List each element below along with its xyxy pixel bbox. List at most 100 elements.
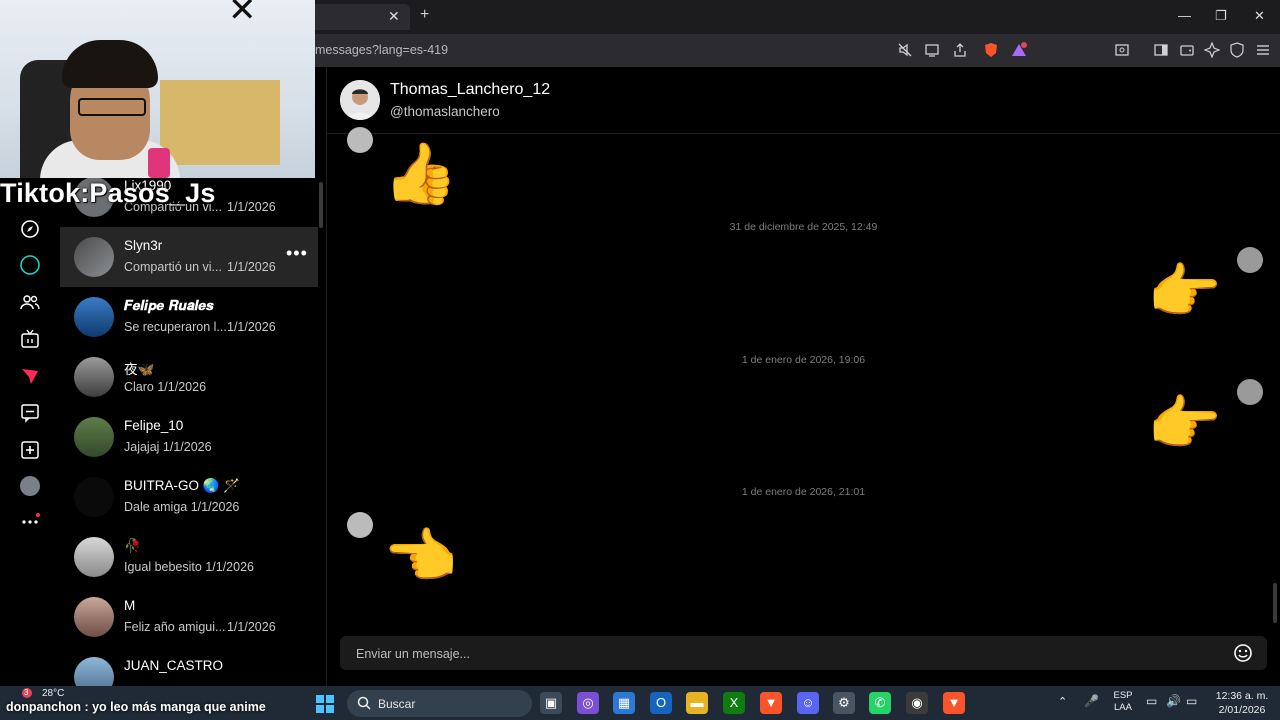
explore-icon[interactable] [20,219,40,239]
conversation-item[interactable]: JUAN_CASTRO [60,647,318,686]
live-tv-icon[interactable] [20,329,40,349]
streamer-glasses [78,98,146,116]
new-tab-button[interactable]: + [420,6,429,24]
taskbar-search[interactable]: Buscar [347,690,532,717]
app-icon[interactable]: ◎ [577,692,599,714]
conversation-preview: Igual bebesito 1/1/2026 [124,560,254,574]
share-icon[interactable] [952,42,968,58]
avatar [74,477,114,517]
clock-date: 2/01/2026 [1218,704,1266,716]
chat-scrollbar[interactable] [1273,583,1277,623]
conversation-item[interactable]: BUITRA-GO 🌏 🪄 Dale amiga 1/1/2026 [60,467,318,527]
store-icon[interactable]: ▦ [613,692,635,714]
stream-chat-overlay: donpanchon : yo leo más manga que anime [6,700,266,714]
clock[interactable]: 12:36 a. m. 2/01/2026 [1212,689,1272,717]
microphone-icon[interactable]: 🎤 [1084,695,1099,707]
emoji-picker-icon[interactable] [1233,643,1253,663]
wall-decor [180,6,220,36]
message-timestamp: 31 de diciembre de 2025, 12:49 [729,221,878,233]
brave-shields-icon[interactable] [983,42,999,58]
windows-taskbar: 3 28°C donpanchon : yo leo más manga que… [0,686,1280,720]
conversation-name: Felipe_10 [124,418,184,433]
thumbs-up-emoji-message: 👍 [383,140,458,207]
minimize-button[interactable]: — [1178,8,1191,23]
more-options-button[interactable]: ••• [286,243,308,264]
whatsapp-icon[interactable]: ✆ [869,692,891,714]
file-explorer-icon[interactable]: ▬ [686,692,708,714]
conversation-name: 🥀 [124,538,141,553]
sender-avatar[interactable] [347,127,373,153]
xbox-icon[interactable]: X [723,692,745,714]
conversation-scrollbar[interactable] [319,182,323,228]
own-avatar[interactable] [1237,247,1263,273]
chat-handle[interactable]: @thomaslanchero [390,104,500,119]
conversation-date: 1/1/2026 [227,620,276,634]
conversation-preview: Compartió un vi... [124,260,222,274]
more-icon[interactable] [20,510,40,530]
settings-icon[interactable]: ⚙ [833,692,855,714]
reader-mode-icon[interactable] [1114,42,1130,58]
conversation-name: Slyn3r [124,238,163,253]
conversation-item[interactable]: M Feliz año amigui... 1/1/2026 [60,587,318,647]
close-window-button[interactable]: ✕ [1254,8,1265,24]
network-icon[interactable]: ▭ [1146,695,1157,707]
vpn-icon[interactable] [1229,42,1245,58]
language-layout: LAA [1114,702,1132,713]
conversation-list: Lix1990 Compartió un vi... 1/1/2026 Slyn… [60,178,326,686]
url-text[interactable]: messages?lang=es-419 [315,43,448,57]
chat-username[interactable]: Thomas_Lanchero_12 [390,81,550,99]
conversation-item[interactable]: 𝑭𝒆𝒍𝒊𝒑𝒆 𝑹𝒖𝒂𝒍𝒆𝒔 Se recuperaron l... 1/1/20… [60,287,318,347]
sidebar-icon[interactable] [1153,42,1169,58]
battery-icon[interactable]: ▭ [1186,695,1197,707]
conversation-item-active[interactable]: Slyn3r Compartió un vi... 1/1/2026 ••• [60,227,318,287]
message-timestamp: 1 de enero de 2026, 21:01 [741,486,866,498]
messages-icon[interactable] [20,366,40,386]
sender-avatar[interactable] [347,512,373,538]
wallet-icon[interactable] [1179,42,1195,58]
conversation-name: M [124,598,136,613]
volume-icon[interactable]: 🔊 [1166,695,1181,707]
obs-icon[interactable]: ◉ [906,692,928,714]
brave-rewards-icon[interactable] [1011,42,1027,58]
language-code: ESP [1113,690,1133,701]
language-indicator[interactable]: ESP LAA [1110,690,1136,714]
cast-icon[interactable] [924,42,940,58]
pointing-emoji-message: 👉 [1147,258,1222,325]
conversation-name: BUITRA-GO 🌏 🪄 [124,478,241,493]
tab-close-button[interactable]: ✕ [388,8,400,25]
message-input[interactable] [354,636,1218,672]
task-view-icon[interactable]: ▣ [540,692,562,714]
activity-icon[interactable] [20,403,40,423]
avatar [74,537,114,577]
conversation-item[interactable]: 🥀 Igual bebesito 1/1/2026 [60,527,318,587]
conversation-preview: Jajajaj 1/1/2026 [124,440,212,454]
following-icon[interactable] [20,292,40,312]
left-nav [0,178,60,686]
conversation-date: 1/1/2026 [227,260,276,274]
chevron-up-icon[interactable]: ⌃ [1058,696,1067,708]
conversation-item[interactable]: 夜🦋 Claro 1/1/2026 [60,347,318,407]
leo-ai-icon[interactable] [1203,41,1221,59]
restore-button[interactable]: ❐ [1215,8,1227,24]
pointing-emoji-message: 👈 [383,523,458,590]
conversation-item[interactable]: Felipe_10 Jajajaj 1/1/2026 [60,407,318,467]
own-avatar[interactable] [1237,379,1263,405]
upload-icon[interactable] [20,440,40,460]
weather-temp[interactable]: 28°C [42,688,64,699]
pointing-emoji-message: 👉 [1147,390,1222,457]
live-icon[interactable] [20,255,40,275]
avatar [74,597,114,637]
brave-active-icon[interactable]: ▼ [943,692,965,714]
profile-avatar[interactable] [20,476,40,496]
discord-icon[interactable]: ☺ [797,692,819,714]
search-label: Buscar [378,697,416,711]
clock-time: 12:36 a. m. [1215,690,1269,702]
windows-start-icon[interactable] [316,695,334,713]
message-timestamp: 1 de enero de 2026, 19:06 [741,354,866,366]
outlook-icon[interactable]: O [650,692,672,714]
menu-icon[interactable] [1255,42,1271,58]
stream-tag: Tiktok:Pasos_Js [0,178,216,208]
chat-avatar[interactable] [340,80,380,120]
mute-icon[interactable] [897,42,913,58]
brave-icon[interactable]: ▼ [760,692,782,714]
